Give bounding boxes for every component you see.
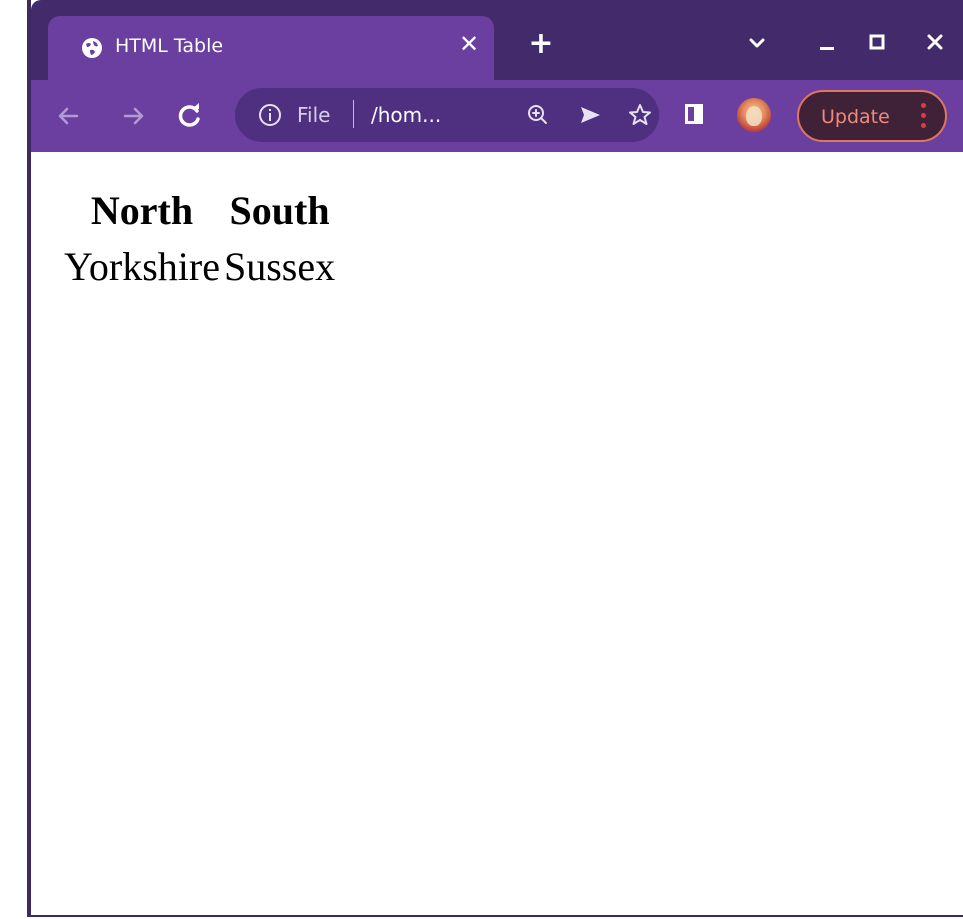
reload-icon[interactable] xyxy=(174,100,206,132)
side-panel-icon[interactable] xyxy=(685,104,703,124)
kebab-menu-icon[interactable] xyxy=(917,101,929,131)
title-bar: HTML Table ✕ + xyxy=(31,0,963,80)
info-icon[interactable] xyxy=(257,102,283,128)
url-text[interactable]: /hom... xyxy=(371,101,441,129)
close-icon[interactable]: ✕ xyxy=(455,30,483,58)
update-label: Update xyxy=(821,106,890,128)
table-header-cell: South xyxy=(229,188,330,233)
address-bar[interactable]: File /hom... xyxy=(235,88,659,142)
arrow-right-icon[interactable] xyxy=(117,100,149,132)
table-header-cell: North xyxy=(90,188,194,233)
maximize-icon[interactable] xyxy=(862,28,892,58)
url-separator xyxy=(353,100,354,128)
zoom-in-icon[interactable] xyxy=(523,100,553,130)
avatar[interactable] xyxy=(737,98,771,132)
toolbar: File /hom... Update xyxy=(31,80,963,152)
arrow-left-icon[interactable] xyxy=(53,100,85,132)
send-icon[interactable] xyxy=(575,100,605,130)
plus-icon[interactable]: + xyxy=(525,28,557,60)
table-cell: Yorkshire xyxy=(64,244,220,289)
window-close-icon[interactable] xyxy=(920,28,950,58)
page-content: North South Yorkshire Sussex xyxy=(31,152,963,915)
minimize-icon[interactable] xyxy=(812,28,842,58)
html-table: North South Yorkshire Sussex xyxy=(61,182,338,296)
table-row: Yorkshire Sussex xyxy=(63,240,336,294)
chevron-down-icon[interactable] xyxy=(742,28,772,58)
table-header-row: North South xyxy=(63,184,336,238)
globe-icon xyxy=(82,38,102,58)
update-button[interactable]: Update xyxy=(797,90,947,142)
star-icon[interactable] xyxy=(625,100,655,130)
table-cell: Sussex xyxy=(223,244,336,289)
browser-window: HTML Table ✕ + File /hom... Update North… xyxy=(27,0,963,917)
tab-title: HTML Table xyxy=(115,35,224,57)
url-scheme-label: File xyxy=(297,103,331,127)
browser-tab[interactable]: HTML Table ✕ xyxy=(48,16,494,80)
